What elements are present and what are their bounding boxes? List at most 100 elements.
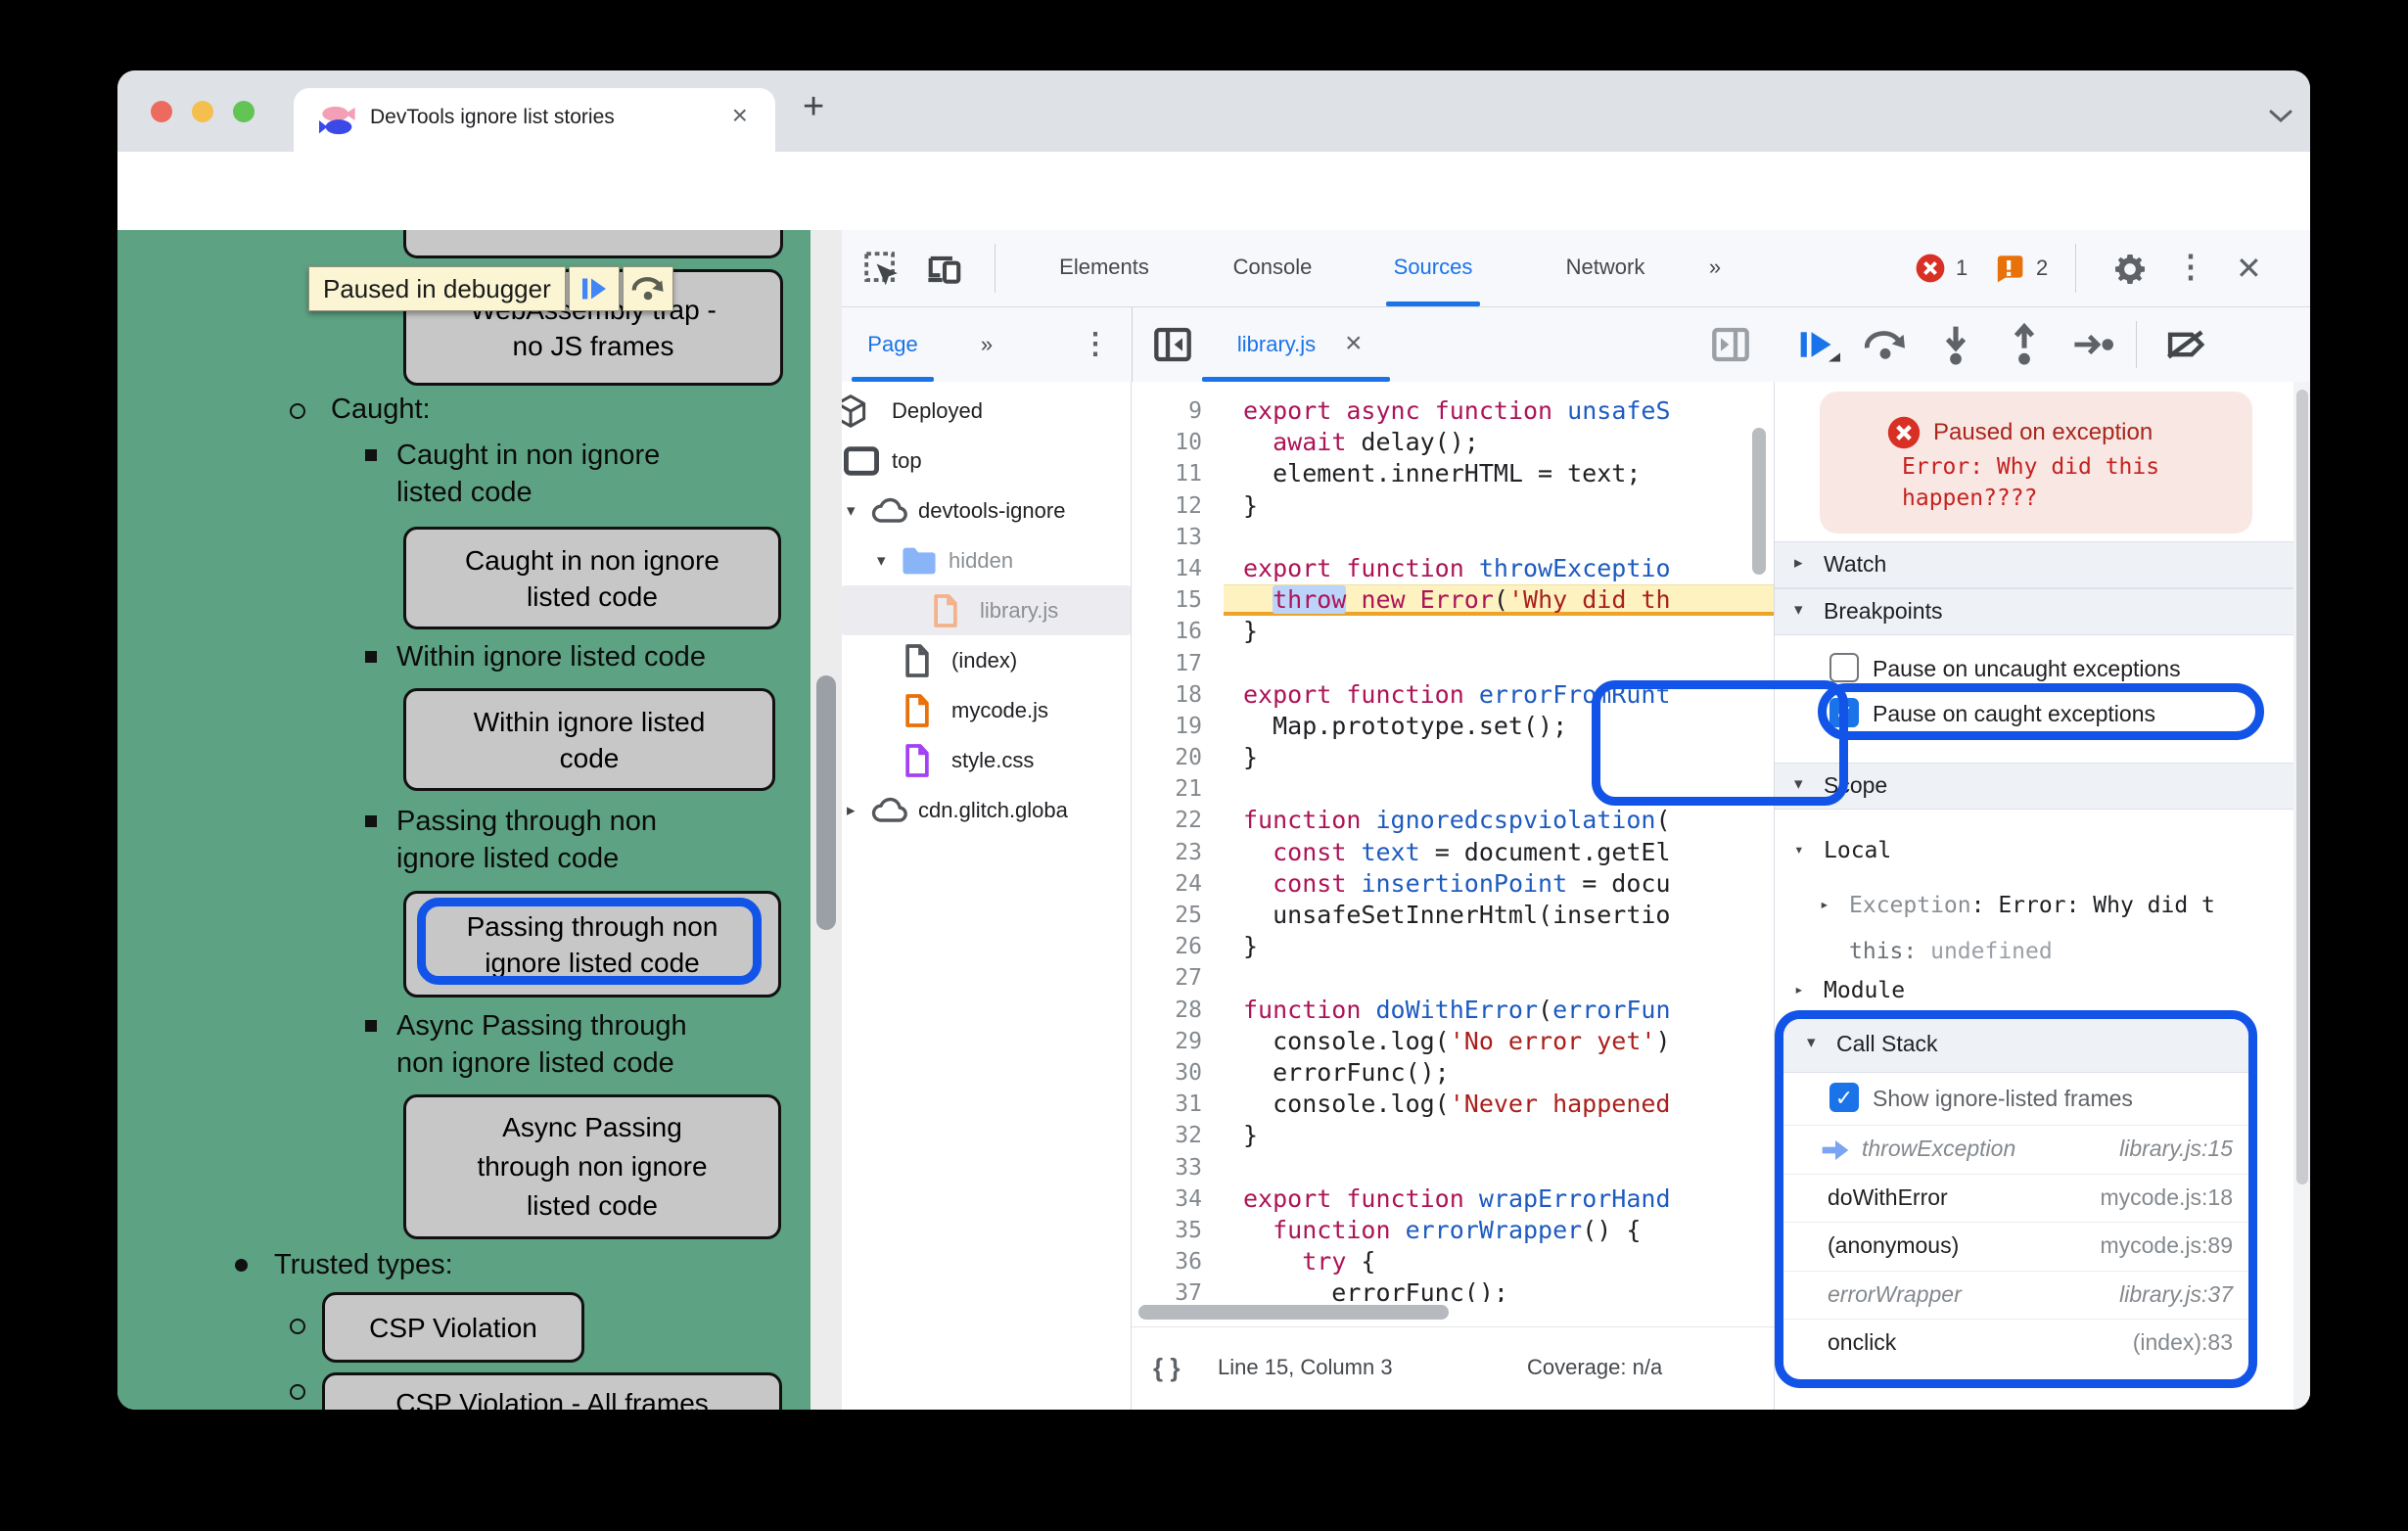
code-line[interactable]: element.innerHTML = text;: [1224, 458, 1774, 489]
code-line[interactable]: }: [1224, 616, 1774, 647]
collapse-debugger-sidebar-icon[interactable]: [1711, 325, 1750, 364]
collapse-navigator-icon[interactable]: [1153, 325, 1192, 364]
sidebar-scrollbar-thumb[interactable]: [2296, 390, 2308, 1184]
pause-uncaught-checkbox[interactable]: [1829, 653, 1859, 682]
line-number[interactable]: 24: [1132, 868, 1224, 900]
code-line[interactable]: function ignoredcspviolation(: [1224, 805, 1774, 836]
within-ignore-button[interactable]: Within ignore listed code: [403, 688, 775, 791]
traffic-minimize-button[interactable]: [192, 101, 213, 122]
pause-caught-checkbox[interactable]: ✓: [1829, 698, 1859, 727]
devtools-close-icon[interactable]: ✕: [2236, 250, 2262, 287]
editor-vertical-scrollbar-thumb[interactable]: [1752, 428, 1766, 575]
call-stack-frame-errorwrapper[interactable]: errorWrapper library.js:37: [1783, 1270, 2248, 1320]
async-passing-button[interactable]: Async Passing through non ignore listed …: [403, 1094, 781, 1239]
code-line[interactable]: [1224, 1152, 1774, 1183]
code-editor[interactable]: 9 10 11 12 13 14 15 16 17 18 19 20 21 22 23 24 25 26 27 28 2…: [1132, 382, 1774, 1302]
resume-execution-icon[interactable]: [1797, 327, 1840, 362]
editor-tab-close-icon[interactable]: ×: [1345, 327, 1363, 360]
devtools-menu-kebab-icon[interactable]: ⋮: [2175, 248, 2206, 285]
show-ignore-listed-checkbox[interactable]: ✓: [1829, 1083, 1859, 1112]
nav-more-tabs-icon[interactable]: »: [981, 307, 993, 382]
tab-network[interactable]: Network: [1566, 230, 1645, 304]
chevron-right-icon[interactable]: ▸: [847, 801, 870, 820]
new-tab-button[interactable]: +: [803, 86, 824, 128]
line-number[interactable]: 31: [1132, 1089, 1224, 1120]
line-number[interactable]: 23: [1132, 837, 1224, 868]
call-stack-frame--anonymous-[interactable]: (anonymous) mycode.js:89: [1783, 1222, 2248, 1271]
frame-location[interactable]: (index):83: [2133, 1329, 2233, 1356]
tree-item-library-js[interactable]: library.js: [842, 585, 1131, 635]
frame-location[interactable]: library.js:15: [2119, 1136, 2233, 1162]
csp-violation-button[interactable]: CSP Violation: [322, 1292, 584, 1363]
browser-tab[interactable]: DevTools ignore list stories ×: [294, 88, 775, 152]
page-scrollbar[interactable]: [810, 230, 842, 1410]
line-number[interactable]: 32: [1132, 1120, 1224, 1151]
editor-tab-libraryjs[interactable]: library.js: [1237, 307, 1316, 382]
resume-script-icon[interactable]: [568, 266, 620, 311]
line-number[interactable]: 14: [1132, 553, 1224, 584]
code-line[interactable]: errorFunc();: [1224, 1057, 1774, 1089]
code-line[interactable]: Map.prototype.set();: [1224, 711, 1774, 742]
code-line[interactable]: export function throwExceptio: [1224, 553, 1774, 584]
device-toolbar-icon[interactable]: [926, 251, 963, 288]
frame-location[interactable]: mycode.js:18: [2100, 1184, 2233, 1211]
code-line[interactable]: [1224, 962, 1774, 994]
code-line[interactable]: export async function unsafeS: [1224, 395, 1774, 427]
code-line[interactable]: }: [1224, 1120, 1774, 1151]
tree-item--index-[interactable]: (index): [842, 635, 1131, 685]
line-number[interactable]: 25: [1132, 900, 1224, 931]
scope-section-header[interactable]: ▾ Scope: [1775, 763, 2293, 810]
line-number[interactable]: 29: [1132, 1026, 1224, 1057]
code-line[interactable]: }: [1224, 742, 1774, 773]
tab-close-icon[interactable]: ×: [732, 100, 748, 131]
line-number[interactable]: 15: [1132, 584, 1224, 616]
line-number[interactable]: 16: [1132, 616, 1224, 647]
frame-location[interactable]: mycode.js:89: [2100, 1232, 2233, 1259]
code-line[interactable]: }: [1224, 490, 1774, 522]
line-number[interactable]: 9: [1132, 395, 1224, 427]
code-line[interactable]: }: [1224, 931, 1774, 962]
caught-in-button[interactable]: Caught in non ignore listed code: [403, 527, 781, 629]
step-over-icon[interactable]: [622, 266, 673, 311]
error-badge-icon[interactable]: [1915, 253, 1946, 284]
call-stack-header[interactable]: ▾ Call Stack: [1783, 1019, 2248, 1073]
chevron-down-icon[interactable]: ▾: [847, 501, 870, 521]
code-line[interactable]: export function wrapErrorHand: [1224, 1183, 1774, 1215]
code-line[interactable]: const text = document.getEl: [1224, 837, 1774, 868]
nav-tab-page[interactable]: Page: [867, 307, 917, 382]
call-stack-frame-onclick[interactable]: onclick (index):83: [1783, 1319, 2248, 1368]
deactivate-breakpoints-icon[interactable]: [2165, 327, 2208, 362]
code-line-paused[interactable]: throw new Error('Why did th: [1224, 584, 1774, 617]
chevron-down-icon[interactable]: ▾: [877, 551, 901, 571]
code-line[interactable]: [1224, 773, 1774, 805]
step-into-icon[interactable]: [1938, 323, 1973, 366]
line-number[interactable]: 26: [1132, 931, 1224, 962]
traffic-zoom-button[interactable]: [233, 101, 255, 122]
line-number[interactable]: 12: [1132, 490, 1224, 522]
code-line[interactable]: await delay();: [1224, 427, 1774, 458]
line-number[interactable]: 20: [1132, 742, 1224, 773]
chevron-down-icon[interactable]: ▾: [1794, 840, 1804, 858]
code-line[interactable]: export function errorFromRunt: [1224, 679, 1774, 711]
code-line[interactable]: errorFunc();: [1224, 1277, 1774, 1302]
frame-location[interactable]: library.js:37: [2119, 1281, 2233, 1308]
code-line[interactable]: function errorWrapper() {: [1224, 1215, 1774, 1246]
tab-console[interactable]: Console: [1233, 230, 1313, 304]
line-number[interactable]: 36: [1132, 1246, 1224, 1277]
code-line[interactable]: [1224, 522, 1774, 553]
chevron-right-icon[interactable]: ▸: [1820, 895, 1829, 913]
chevron-right-icon[interactable]: ▸: [1794, 980, 1804, 998]
line-number[interactable]: 33: [1132, 1152, 1224, 1183]
line-number[interactable]: 28: [1132, 995, 1224, 1026]
tree-item-deployed[interactable]: Deployed: [842, 386, 1131, 436]
line-number[interactable]: 10: [1132, 427, 1224, 458]
partial-button-top[interactable]: [403, 230, 783, 258]
line-number[interactable]: 30: [1132, 1057, 1224, 1089]
code-line[interactable]: function doWithError(errorFun: [1224, 995, 1774, 1026]
inspect-element-icon[interactable]: [863, 251, 901, 288]
line-number[interactable]: 37: [1132, 1277, 1224, 1302]
line-number[interactable]: 21: [1132, 773, 1224, 805]
line-number[interactable]: 17: [1132, 648, 1224, 679]
line-number[interactable]: 18: [1132, 679, 1224, 711]
step-out-icon[interactable]: [2007, 323, 2042, 366]
